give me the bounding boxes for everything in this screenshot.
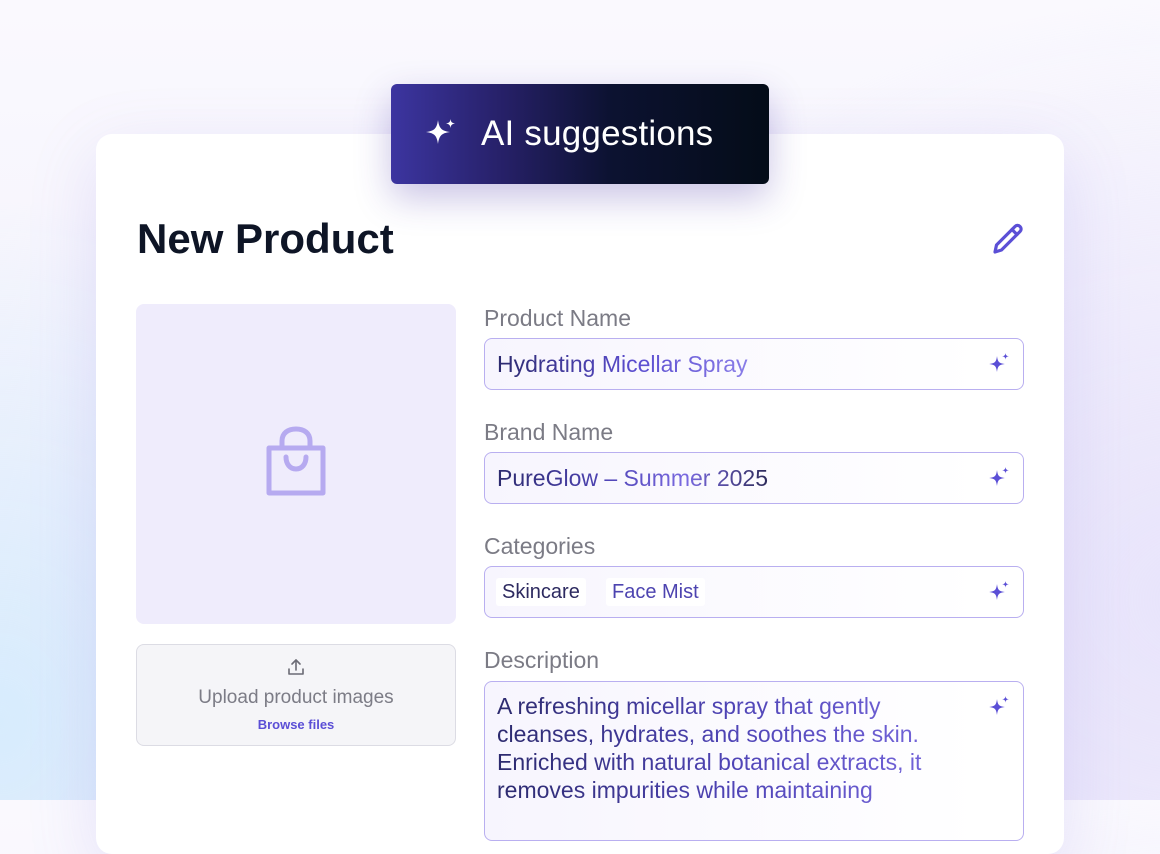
upload-label: Upload product images xyxy=(198,687,394,708)
category-chip[interactable]: Face Mist xyxy=(606,578,705,606)
page-title: New Product xyxy=(137,215,394,262)
brand-name-value: PureGlow – Summer 2025 xyxy=(497,465,769,491)
description-label: Description xyxy=(484,647,600,673)
shopping-bag-icon xyxy=(266,426,326,496)
product-name-value: Hydrating Micellar Spray xyxy=(497,351,748,377)
sparkle-icon[interactable] xyxy=(987,580,1011,604)
pencil-icon[interactable] xyxy=(990,221,1026,257)
category-chip[interactable]: Skincare xyxy=(496,578,586,606)
brand-name-field[interactable]: PureGlow – Summer 2025 xyxy=(484,452,1024,504)
sparkle-icon xyxy=(426,119,455,144)
sparkle-icon[interactable] xyxy=(987,695,1011,719)
categories-field[interactable]: Skincare Face Mist xyxy=(484,566,1024,618)
product-name-label: Product Name xyxy=(484,305,632,331)
upload-icon xyxy=(288,659,304,675)
sparkle-icon[interactable] xyxy=(987,466,1011,490)
categories-label: Categories xyxy=(484,533,596,559)
ai-suggestions-badge[interactable]: AI suggestions xyxy=(391,84,769,184)
description-value: A refreshing micellar spray that gently … xyxy=(497,692,967,804)
product-name-field[interactable]: Hydrating Micellar Spray xyxy=(484,338,1024,390)
ai-suggestions-label: AI suggestions xyxy=(481,114,714,153)
browse-files-link[interactable]: Browse files xyxy=(136,717,456,732)
sparkle-icon[interactable] xyxy=(987,352,1011,376)
description-textarea[interactable]: A refreshing micellar spray that gently … xyxy=(484,681,1024,841)
brand-name-label: Brand Name xyxy=(484,419,614,445)
